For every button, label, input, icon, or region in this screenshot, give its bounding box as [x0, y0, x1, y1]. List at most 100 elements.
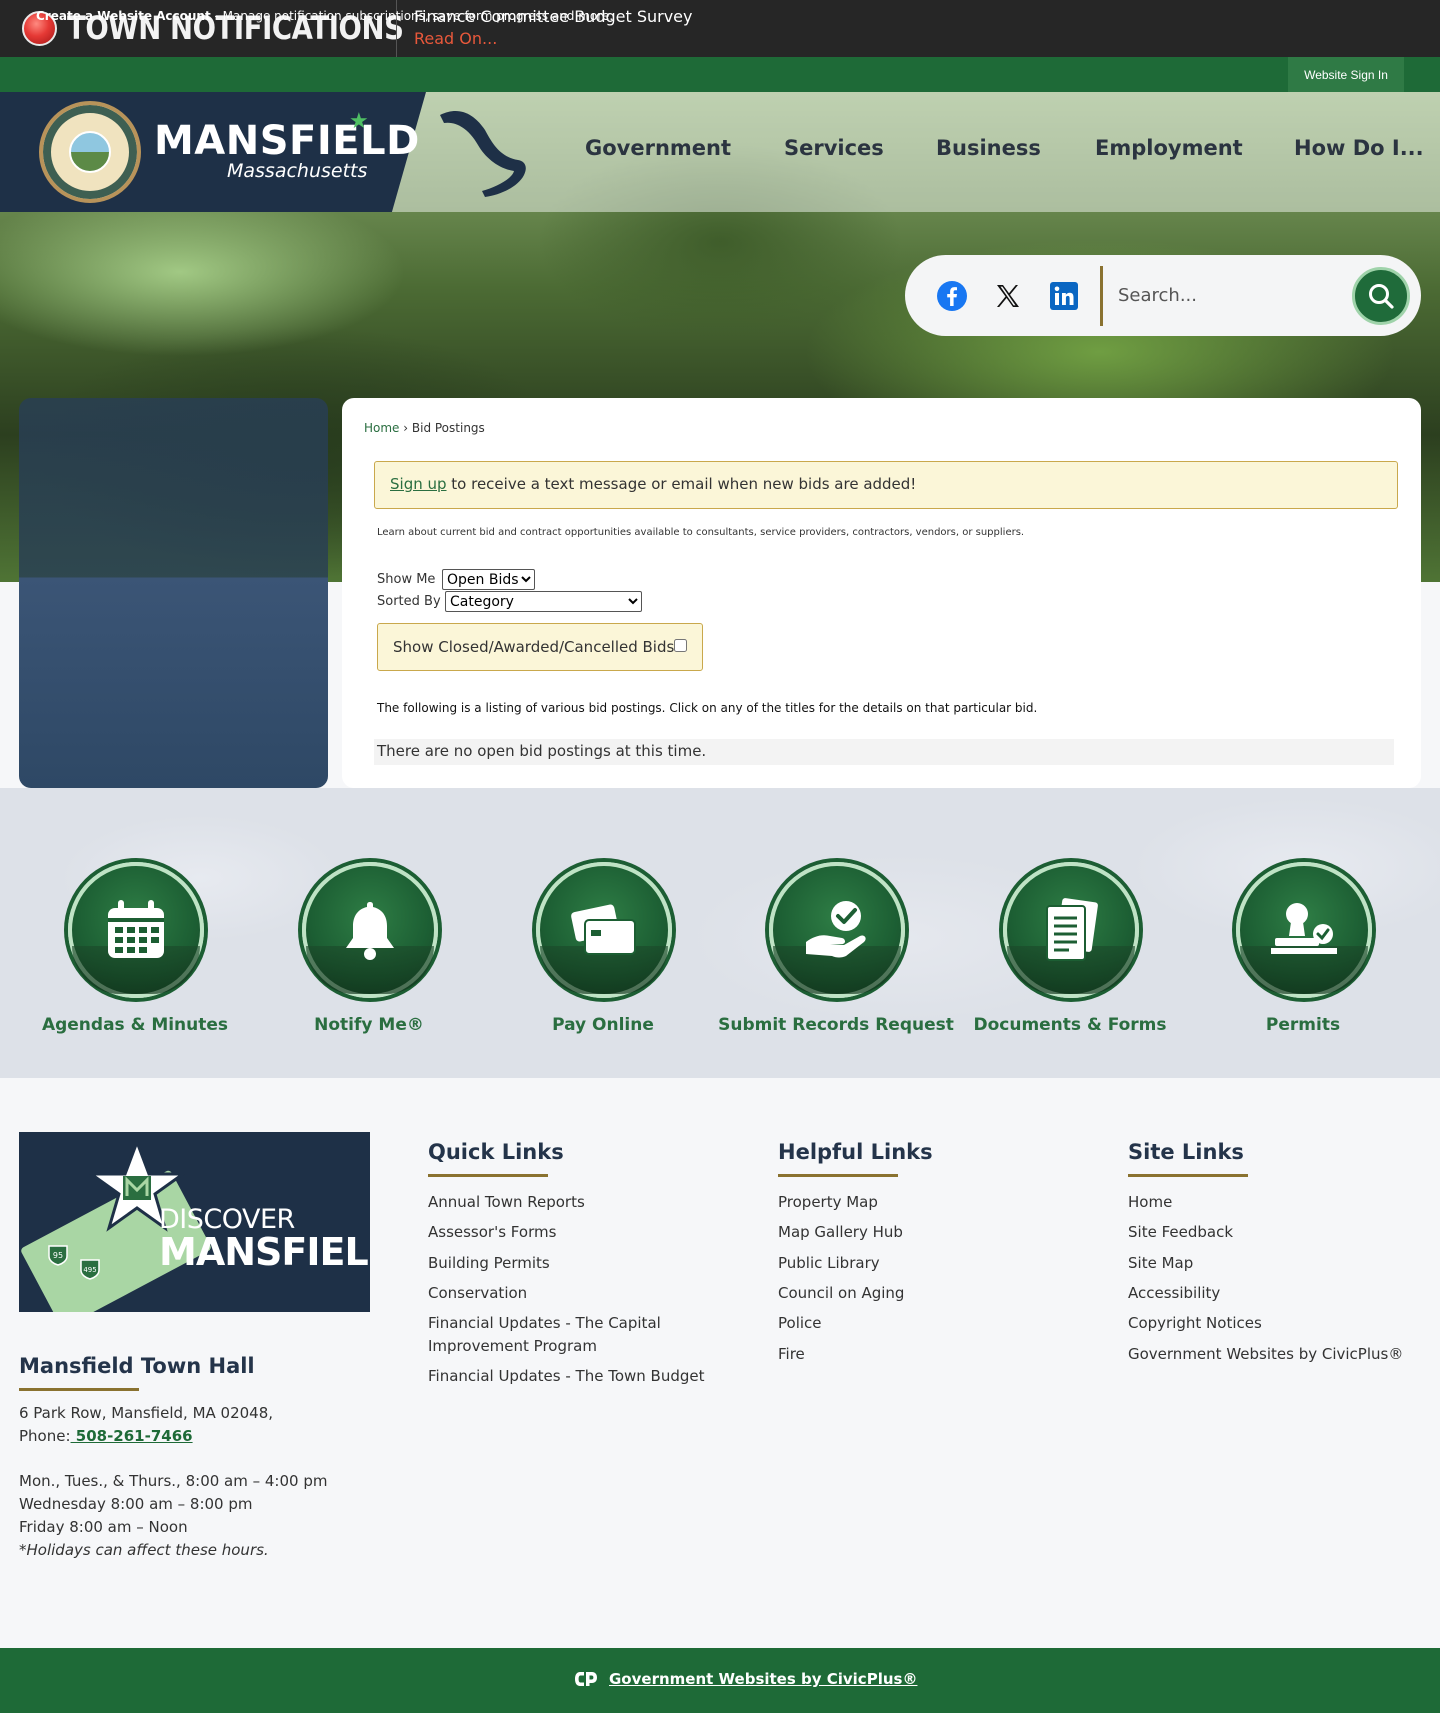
town-hall-rule	[19, 1388, 139, 1391]
town-seal[interactable]	[39, 101, 141, 203]
permits-label[interactable]: Permits	[1183, 1015, 1423, 1035]
side-navigation-panel	[19, 398, 328, 788]
signup-notice-text: to receive a text message or email when …	[446, 475, 917, 493]
site-links-rule	[1128, 1174, 1248, 1177]
helpful-link-map-gallery-hub[interactable]: Map Gallery Hub	[778, 1223, 903, 1241]
star-icon: ★	[349, 109, 369, 134]
helpful-link-council-on-aging[interactable]: Council on Aging	[778, 1284, 904, 1302]
breadcrumb-current: Bid Postings	[411, 421, 485, 435]
sign-up-link[interactable]: Sign up	[390, 475, 447, 493]
nav-business[interactable]: Business	[936, 136, 1041, 160]
calendar-icon	[108, 900, 164, 958]
notify-me-label[interactable]: Notify Me®	[249, 1015, 489, 1035]
town-hall-address: 6 Park Row, Mansfield, MA 02048,	[19, 1404, 274, 1422]
phone-label: Phone:	[19, 1427, 71, 1445]
quick-link-building-permits[interactable]: Building Permits	[428, 1254, 550, 1272]
quick-links-rule	[428, 1174, 548, 1177]
breadcrumb-separator: ›	[399, 421, 412, 435]
submit-records-request-label[interactable]: Submit Records Request	[716, 1015, 956, 1035]
hand-check-icon	[806, 901, 866, 958]
agendas-minutes-label[interactable]: Agendas & Minutes	[15, 1015, 255, 1035]
site-link-copyright-notices[interactable]: Copyright Notices	[1128, 1314, 1262, 1332]
route-495-shield-icon: 495	[80, 1259, 100, 1280]
show-me-select[interactable]: Open Bids	[442, 569, 535, 590]
site-link-accessibility[interactable]: Accessibility	[1128, 1284, 1220, 1302]
website-sign-in-button[interactable]: Website Sign In	[1288, 57, 1404, 92]
seal-emblem	[69, 131, 111, 173]
document-icon	[1046, 898, 1098, 961]
site-link-site-feedback[interactable]: Site Feedback	[1128, 1223, 1233, 1241]
helpful-link-property-map[interactable]: Property Map	[778, 1193, 878, 1211]
closed-bids-checkbox[interactable]	[674, 639, 687, 652]
quick-link-annual-town-reports[interactable]: Annual Town Reports	[428, 1193, 585, 1211]
brand-name[interactable]: MANSFIELD	[154, 118, 420, 164]
documents-forms-label[interactable]: Documents & Forms	[950, 1015, 1190, 1035]
quick-link-capital-improvement-line-2[interactable]: Improvement Program	[428, 1337, 597, 1355]
site-link-civicplus[interactable]: Government Websites by CivicPlus®	[1128, 1345, 1403, 1363]
town-hall-note: *Holidays can affect these hours.	[19, 1541, 269, 1559]
signup-notice: Sign up to receive a text message or ema…	[374, 461, 1398, 509]
quick-link-capital-improvement-line-1[interactable]: Financial Updates - The Capital	[428, 1314, 661, 1332]
site-link-home[interactable]: Home	[1128, 1193, 1172, 1211]
quick-links-title: Quick Links	[428, 1140, 564, 1164]
nav-services[interactable]: Services	[784, 136, 884, 160]
site-links-title: Site Links	[1128, 1140, 1244, 1164]
quick-link-town-budget[interactable]: Financial Updates - The Town Budget	[428, 1367, 705, 1385]
facebook-icon[interactable]	[935, 279, 969, 313]
site-link-site-map[interactable]: Site Map	[1128, 1254, 1193, 1272]
permits-button[interactable]	[1236, 862, 1372, 998]
discover-mansfield-banner[interactable]: 95 495 DISCOVER MANSFIELD	[19, 1132, 370, 1312]
submit-records-request-button[interactable]	[769, 862, 905, 998]
stamp-icon	[1271, 903, 1337, 954]
civicplus-logo-icon	[575, 1672, 597, 1686]
civicplus-footer-link[interactable]: Government Websites by CivicPlus®	[609, 1670, 917, 1688]
bell-icon	[346, 902, 394, 960]
helpful-link-police[interactable]: Police	[778, 1314, 822, 1332]
agendas-minutes-button[interactable]	[68, 862, 204, 998]
intro-text: Learn about current bid and contract opp…	[377, 527, 1025, 538]
quick-link-assessors-forms[interactable]: Assessor's Forms	[428, 1223, 556, 1241]
helpful-link-fire[interactable]: Fire	[778, 1345, 805, 1363]
phone-link[interactable]: 508-261-7466	[71, 1427, 193, 1445]
nav-employment[interactable]: Employment	[1095, 136, 1243, 160]
x-icon[interactable]	[991, 279, 1025, 313]
pay-online-label[interactable]: Pay Online	[483, 1015, 723, 1035]
toolbar-divider	[1100, 266, 1103, 326]
notify-me-button[interactable]	[302, 862, 438, 998]
sorted-by-label: Sorted By	[377, 594, 441, 609]
helpful-links-title: Helpful Links	[778, 1140, 933, 1164]
discover-line-2: MANSFIELD	[159, 1230, 370, 1274]
documents-forms-button[interactable]	[1003, 862, 1139, 998]
cape-cod-map-icon	[440, 110, 526, 197]
account-text: Create a Website Account - Manage notifi…	[36, 9, 613, 23]
search-button[interactable]	[1352, 267, 1410, 325]
show-me-label: Show Me	[377, 572, 436, 587]
nav-how-do-i[interactable]: How Do I...	[1294, 136, 1424, 160]
route-95-shield-icon: 95	[48, 1245, 68, 1266]
search-input[interactable]	[1118, 275, 1338, 315]
town-hall-hours-2: Wednesday 8:00 am – 8:00 pm	[19, 1495, 253, 1513]
town-hall-phone-line: Phone: 508-261-7466	[19, 1427, 193, 1445]
route-95-label: 95	[53, 1251, 63, 1260]
create-account-link[interactable]: Create a Website Account	[36, 9, 211, 23]
brand-state: Massachusetts	[227, 160, 368, 182]
breadcrumb-home-link[interactable]: Home	[364, 421, 399, 435]
sorted-by-select[interactable]: Category	[445, 591, 642, 612]
linkedin-icon[interactable]	[1047, 279, 1081, 313]
account-bar	[0, 57, 1440, 92]
breadcrumb: Home › Bid Postings	[364, 421, 485, 435]
closed-bids-label: Show Closed/Awarded/Cancelled Bids:	[393, 638, 680, 656]
route-495-label: 495	[83, 1266, 96, 1274]
listing-description: The following is a listing of various bi…	[377, 701, 1038, 715]
town-hall-hours-3: Friday 8:00 am – Noon	[19, 1518, 188, 1536]
quick-link-conservation[interactable]: Conservation	[428, 1284, 527, 1302]
helpful-links-rule	[778, 1174, 898, 1177]
empty-results-text: There are no open bid postings at this t…	[377, 742, 707, 760]
nav-government[interactable]: Government	[585, 136, 731, 160]
account-description: - Manage notification subscriptions, sav…	[210, 9, 614, 23]
helpful-link-public-library[interactable]: Public Library	[778, 1254, 880, 1272]
alert-read-on-link[interactable]: Read On...	[414, 29, 497, 48]
pay-online-button[interactable]	[536, 862, 672, 998]
town-hall-hours-1: Mon., Tues., & Thurs., 8:00 am – 4:00 pm	[19, 1472, 328, 1490]
town-hall-title: Mansfield Town Hall	[19, 1354, 255, 1378]
